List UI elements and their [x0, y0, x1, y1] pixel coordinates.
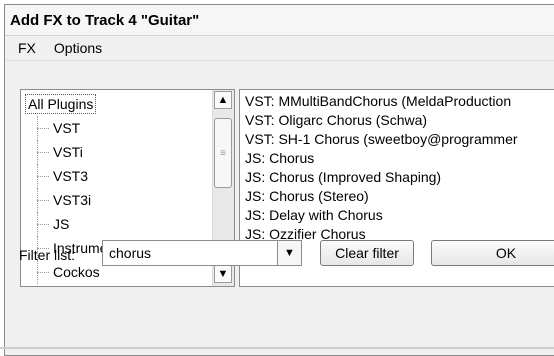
tree-branch-line: [37, 200, 49, 201]
tree-branch-line: [37, 224, 49, 225]
menu-bar: FX Options: [5, 36, 554, 61]
scroll-thumb[interactable]: ≡: [214, 118, 232, 188]
add-fx-dialog: Add FX to Track 4 "Guitar" FX Options Al…: [4, 4, 554, 356]
filter-history-dropdown[interactable]: ▼: [278, 240, 302, 266]
chevron-up-icon: ▲: [217, 94, 229, 106]
plugin-list-item[interactable]: VST: MMultiBandChorus (MeldaProduction: [240, 92, 518, 111]
filter-bar: Filter list: ▼ Clear filter OK: [5, 240, 554, 276]
plugin-list-item[interactable]: JS: Delay with Chorus: [240, 206, 518, 225]
tree-branch-line: [37, 128, 49, 129]
tree-item-all-plugins[interactable]: All Plugins: [21, 92, 197, 116]
scroll-up-button[interactable]: ▲: [214, 91, 232, 109]
chevron-down-icon: ▼: [284, 247, 295, 259]
clear-filter-button[interactable]: Clear filter: [320, 240, 414, 266]
plugin-list-item[interactable]: VST: Oligarc Chorus (Schwa): [240, 111, 518, 130]
plugin-list-item[interactable]: JS: Chorus (Improved Shaping): [240, 168, 518, 187]
menu-fx[interactable]: FX: [9, 40, 45, 56]
window-title: Add FX to Track 4 "Guitar": [10, 11, 200, 29]
title-bar[interactable]: Add FX to Track 4 "Guitar": [5, 5, 554, 36]
tree-item-label: JS: [53, 216, 70, 232]
plugin-list-item[interactable]: JS: Chorus (Stereo): [240, 187, 518, 206]
tree-item-label: VST: [53, 120, 81, 136]
tree-item-vst3i[interactable]: VST3i: [21, 188, 197, 212]
bottom-divider: [0, 347, 554, 349]
tree-branch-line: [37, 176, 49, 177]
tree-item-label: VST3: [53, 168, 89, 184]
tree-item-label: VST3i: [53, 192, 92, 208]
filter-label: Filter list:: [19, 247, 75, 263]
tree-item-vsti[interactable]: VSTi: [21, 140, 197, 164]
plugin-list-item[interactable]: VST: SH-1 Chorus (sweetboy@programmer: [240, 130, 518, 149]
tree-item-vst[interactable]: VST: [21, 116, 197, 140]
plugin-list-rows: VST: MMultiBandChorus (MeldaProduction VS…: [240, 92, 518, 244]
ok-button[interactable]: OK: [431, 240, 554, 266]
grip-icon: ≡: [220, 147, 226, 159]
tree-branch-line: [37, 152, 49, 153]
tree-item-js[interactable]: JS: [21, 212, 197, 236]
tree-item-vst3[interactable]: VST3: [21, 164, 197, 188]
tree-item-label: VSTi: [53, 144, 83, 160]
plugin-list-item[interactable]: JS: Chorus: [240, 149, 518, 168]
menu-options[interactable]: Options: [45, 40, 111, 56]
tree-item-label: All Plugins: [25, 94, 97, 114]
filter-input[interactable]: [102, 240, 278, 266]
